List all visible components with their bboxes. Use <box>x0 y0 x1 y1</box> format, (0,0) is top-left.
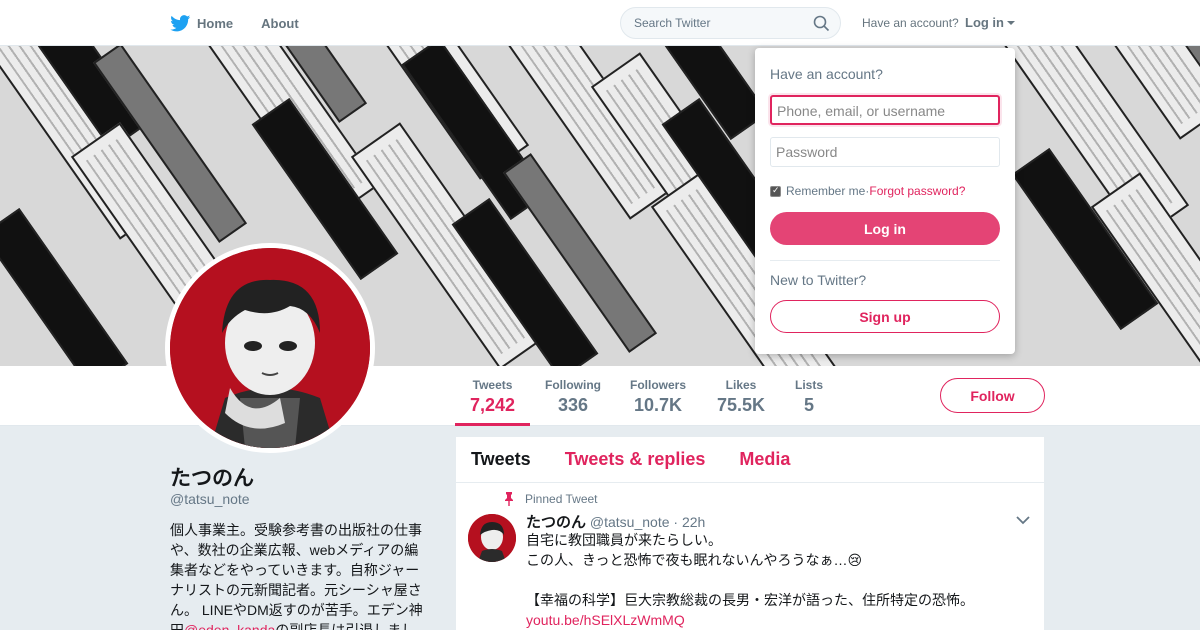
timeline: Tweets Tweets & replies Media Pinned Twe… <box>456 437 1044 630</box>
follow-button[interactable]: Follow <box>940 378 1045 413</box>
bio-text: の副店長は引退しまし <box>275 622 416 630</box>
top-nav: Home About Search Twitter Have an accoun… <box>0 0 1200 46</box>
stat-followers-label: Followers <box>630 378 687 392</box>
chevron-down-icon[interactable] <box>1016 515 1030 525</box>
bio-line: 集者などをやっていきます。自称ジャー <box>170 562 420 578</box>
profile-bio: 個人事業主。受験参考書の出版社の仕事 や、数社の企業広報、webメディアの編 集… <box>170 520 428 630</box>
stat-tweets-value: 7,242 <box>470 395 516 415</box>
stat-lists-label: Lists <box>795 378 824 392</box>
tab-media[interactable]: Media <box>739 449 790 470</box>
bio-line: や、数社の企業広報、webメディアの編 <box>170 542 419 558</box>
nav-home[interactable]: Home <box>170 14 234 32</box>
remember-checkbox[interactable] <box>770 185 781 197</box>
login-dropdown: Have an account? Phone, email, or userna… <box>755 48 1015 354</box>
bio-line: 個人事業主。受験参考書の出版社の仕事 <box>170 522 422 538</box>
stat-followers-value: 10.7K <box>633 395 683 415</box>
tab-tweets[interactable]: Tweets <box>471 449 531 470</box>
pinned-text: Pinned Tweet <box>525 492 598 506</box>
nav-about-label: About <box>261 15 299 31</box>
bio-line: ナリストの元新聞記者。元シーシャ屋さ <box>170 582 422 598</box>
dropdown-title: Have an account? <box>770 66 883 82</box>
login-menu-label: Log in <box>965 15 1004 30</box>
search-icon[interactable] <box>813 15 830 32</box>
tweet-avatar-image <box>468 514 516 562</box>
pin-icon <box>505 492 513 506</box>
tweet-line: 自宅に教団職員が来たらしい。 <box>526 532 722 548</box>
nav-left: Home About <box>170 0 327 46</box>
forgot-password-link[interactable]: Forgot password? <box>869 184 965 198</box>
tweet-text: 自宅に教団職員が来たらしい。 この人、きっと恐怖で夜も眠れないんやろうなぁ…😢 … <box>526 530 1026 630</box>
avatar-illustration <box>170 248 370 448</box>
login-button[interactable]: Log in <box>770 212 1000 245</box>
tweet-header: たつのん @tatsu_note · 22h <box>526 511 705 532</box>
profile-name: たつのん <box>170 467 254 490</box>
twitter-bird-icon <box>170 14 191 31</box>
tweet-link[interactable]: youtu.be/hSElXLzWmMQ <box>526 612 685 628</box>
caret-down-icon <box>1007 20 1015 25</box>
stat-following-label: Following <box>545 378 601 392</box>
bio-mention-link[interactable]: @eden_kanda <box>184 622 275 630</box>
stat-lists-value: 5 <box>804 395 815 415</box>
timeline-tabs: Tweets Tweets & replies Media <box>456 437 1044 483</box>
bio-text: 田 <box>170 622 184 630</box>
login-menu-toggle[interactable]: Log in <box>965 15 1015 30</box>
nav-about[interactable]: About <box>261 16 299 31</box>
stat-likes-value: 75.5K <box>717 395 766 415</box>
dropdown-divider <box>770 260 1000 261</box>
stat-likes[interactable]: Likes 75.5K <box>717 378 765 416</box>
stat-tweets[interactable]: Tweets 7,242 <box>454 378 531 426</box>
stat-tweets-label: Tweets <box>472 378 513 392</box>
tweet-line: この人、きっと恐怖で夜も眠れないんやろうなぁ…😢 <box>526 552 863 568</box>
nav-home-label: Home <box>197 15 234 31</box>
bio-line: 田@eden_kandaの副店長は引退しまし <box>170 620 428 630</box>
stat-following-value: 336 <box>557 395 589 415</box>
new-to-twitter-text: New to Twitter? <box>770 272 867 288</box>
remember-label[interactable]: Remember me <box>786 184 865 198</box>
tab-tweets-replies[interactable]: Tweets & replies <box>565 449 706 470</box>
bio-line: ん。 LINEやDM返すのが苦手。エデン神 <box>170 602 423 618</box>
signup-button[interactable]: Sign up <box>770 300 1000 333</box>
tweet-line: 【幸福の科学】巨大宗教総裁の長男・宏洋が語った、住所特定の恐怖。 <box>526 592 974 608</box>
stat-lists[interactable]: Lists 5 <box>795 378 823 416</box>
tweet-time[interactable]: · 22h <box>673 514 705 530</box>
tweet-spacer <box>526 570 1026 590</box>
profile-handle[interactable]: @tatsu_note <box>170 491 250 507</box>
password-field[interactable]: Password <box>770 137 1000 167</box>
pinned-label: Pinned Tweet <box>505 492 598 506</box>
tweet-handle[interactable]: @tatsu_note <box>590 514 670 530</box>
have-account-text: Have an account? <box>862 16 959 30</box>
stat-followers[interactable]: Followers 10.7K <box>630 378 686 416</box>
search-input[interactable]: Search Twitter <box>620 7 841 39</box>
stat-likes-label: Likes <box>725 378 757 392</box>
username-field[interactable]: Phone, email, or username <box>770 95 1000 125</box>
remember-row: Remember me · Forgot password? <box>770 184 965 198</box>
profile-avatar[interactable] <box>165 243 375 453</box>
search-placeholder: Search Twitter <box>634 16 711 30</box>
tweet-author[interactable]: たつのん <box>526 514 586 531</box>
tweet-avatar[interactable] <box>468 514 516 562</box>
avatar-image <box>170 248 370 448</box>
stat-following[interactable]: Following 336 <box>545 378 601 416</box>
